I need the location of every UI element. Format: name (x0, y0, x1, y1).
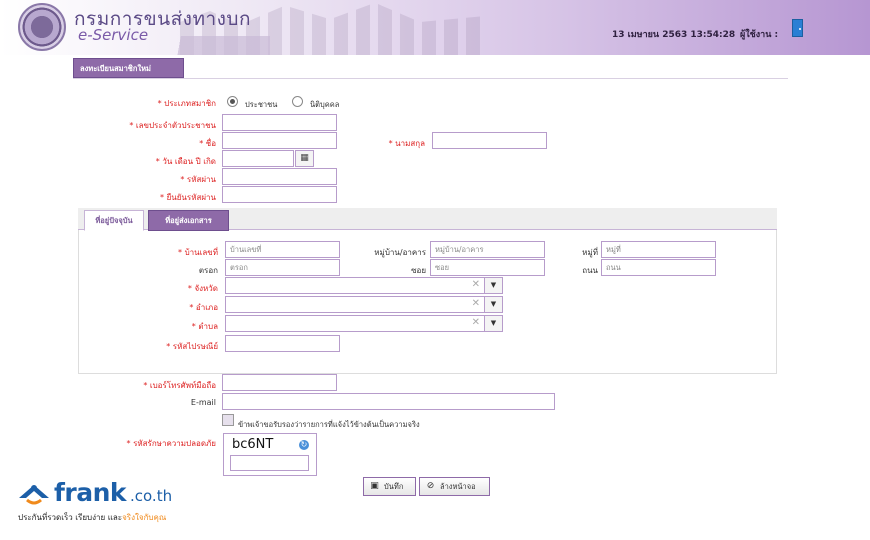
consent-checkbox[interactable] (222, 414, 234, 426)
clear-button[interactable]: ⊘ ล้างหน้าจอ (419, 477, 490, 496)
road-decoration (150, 36, 270, 55)
consent-text: ข้าพเจ้าขอรับรองว่ารายการที่แจ้งไว้ข้างต… (238, 420, 420, 429)
captcha-label: * รหัสรักษาความปลอดภัย (126, 439, 216, 448)
password-confirm-input[interactable] (222, 186, 337, 203)
email-label: E-mail (190, 398, 216, 407)
mobile-input[interactable] (222, 374, 337, 391)
captcha-input[interactable] (230, 455, 309, 471)
no-entry-icon: ⊘ (426, 481, 435, 491)
trok-input[interactable]: ตรอก (225, 259, 340, 276)
header-datetime: 13 เมษายน 2563 13:54:28 (612, 30, 736, 40)
refresh-icon[interactable]: ↻ (299, 440, 309, 450)
tab-current-address[interactable]: ที่อยู่ปัจจุบัน (84, 210, 144, 231)
clear-district-icon[interactable]: ✕ (472, 298, 480, 309)
save-button[interactable]: ▣ บันทึก (363, 477, 416, 496)
page-title: ลงทะเบียนสมาชิกใหม่ (73, 58, 184, 78)
frank-bird-logo-icon (19, 485, 49, 505)
house-no-input[interactable]: บ้านเลขที่ (225, 241, 340, 258)
village-input[interactable]: หมู่บ้าน/อาคาร (430, 241, 545, 258)
soi-label: ซอย (411, 266, 426, 275)
birthdate-input[interactable] (222, 150, 294, 167)
village-label: หมู่บ้าน/อาคาร (374, 248, 426, 257)
first-name-label: * ชื่อ (199, 139, 216, 148)
tab-mailing-address[interactable]: ที่อยู่ส่งเอกสาร (148, 210, 229, 231)
subdistrict-label: * ตำบล (191, 322, 218, 331)
house-no-label: * บ้านเลขที่ (178, 248, 218, 257)
member-type-label: * ประเภทสมาชิก (157, 99, 216, 108)
email-input[interactable] (222, 393, 555, 410)
member-type-citizen-radio[interactable] (227, 96, 238, 107)
clear-subdistrict-icon[interactable]: ✕ (472, 317, 480, 328)
title-divider (73, 78, 788, 79)
mobile-label: * เบอร์โทรศัพท์มือถือ (143, 381, 216, 390)
first-name-input[interactable] (222, 132, 337, 149)
frank-brand-tld: .co.th (130, 487, 173, 505)
calendar-icon[interactable]: ▦ (295, 150, 314, 167)
province-select[interactable]: ✕ ▼ (225, 277, 503, 294)
last-name-label: * นามสกุล (388, 139, 425, 148)
header-user-label: ผู้ใช้งาน : (740, 30, 779, 40)
clear-button-label: ล้างหน้าจอ (440, 482, 476, 491)
moo-label: หมู่ที่ (582, 248, 598, 257)
subdistrict-select[interactable]: ✕ ▼ (225, 315, 503, 332)
save-button-label: บันทึก (384, 482, 404, 491)
floppy-disk-icon: ▣ (370, 481, 379, 491)
last-name-input[interactable] (432, 132, 547, 149)
moo-input[interactable]: หมู่ที่ (601, 241, 716, 258)
logout-door-icon[interactable] (792, 19, 803, 37)
password-input[interactable] (222, 168, 337, 185)
district-select[interactable]: ✕ ▼ (225, 296, 503, 313)
dlt-seal-logo (18, 3, 66, 51)
member-type-juristic-radio[interactable] (292, 96, 303, 107)
frank-brand-name: frank (54, 478, 127, 507)
postcode-input[interactable] (225, 335, 340, 352)
member-type-juristic-label: นิติบุคคล (310, 100, 340, 109)
road-input[interactable]: ถนน (601, 259, 716, 276)
chevron-down-icon[interactable]: ▼ (484, 316, 502, 331)
citizen-id-label: * เลขประจำตัวประชาชน (129, 121, 216, 130)
chevron-down-icon[interactable]: ▼ (484, 297, 502, 312)
clear-province-icon[interactable]: ✕ (472, 279, 480, 290)
brand-title-eservice: e-Service (78, 26, 149, 44)
road-label: ถนน (582, 266, 598, 275)
member-type-citizen-label: ประชาชน (245, 100, 278, 109)
trok-label: ตรอก (198, 266, 218, 275)
citizen-id-input[interactable] (222, 114, 337, 131)
password-confirm-label: * ยืนยันรหัสผ่าน (160, 193, 216, 202)
birthdate-label: * วัน เดือน ปี เกิด (155, 157, 216, 166)
password-label: * รหัสผ่าน (180, 175, 216, 184)
province-label: * จังหวัด (187, 284, 218, 293)
district-label: * อำเภอ (189, 303, 218, 312)
frank-tagline: ประกันที่รวดเร็ว เรียบง่าย และจริงใจกับค… (18, 513, 167, 522)
chevron-down-icon[interactable]: ▼ (484, 278, 502, 293)
postcode-label: * รหัสไปรษณีย์ (166, 342, 218, 351)
captcha-code: bc6NT (232, 437, 274, 452)
soi-input[interactable]: ซอย (430, 259, 545, 276)
